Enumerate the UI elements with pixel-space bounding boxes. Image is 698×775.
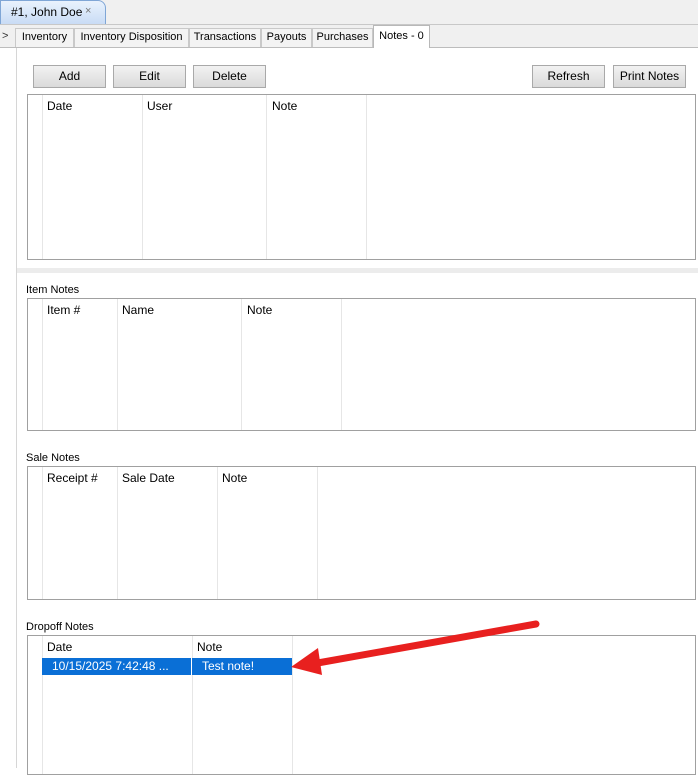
arrow-shaft <box>308 620 540 668</box>
annotation-arrow <box>291 620 540 675</box>
arrow-head <box>291 648 322 675</box>
